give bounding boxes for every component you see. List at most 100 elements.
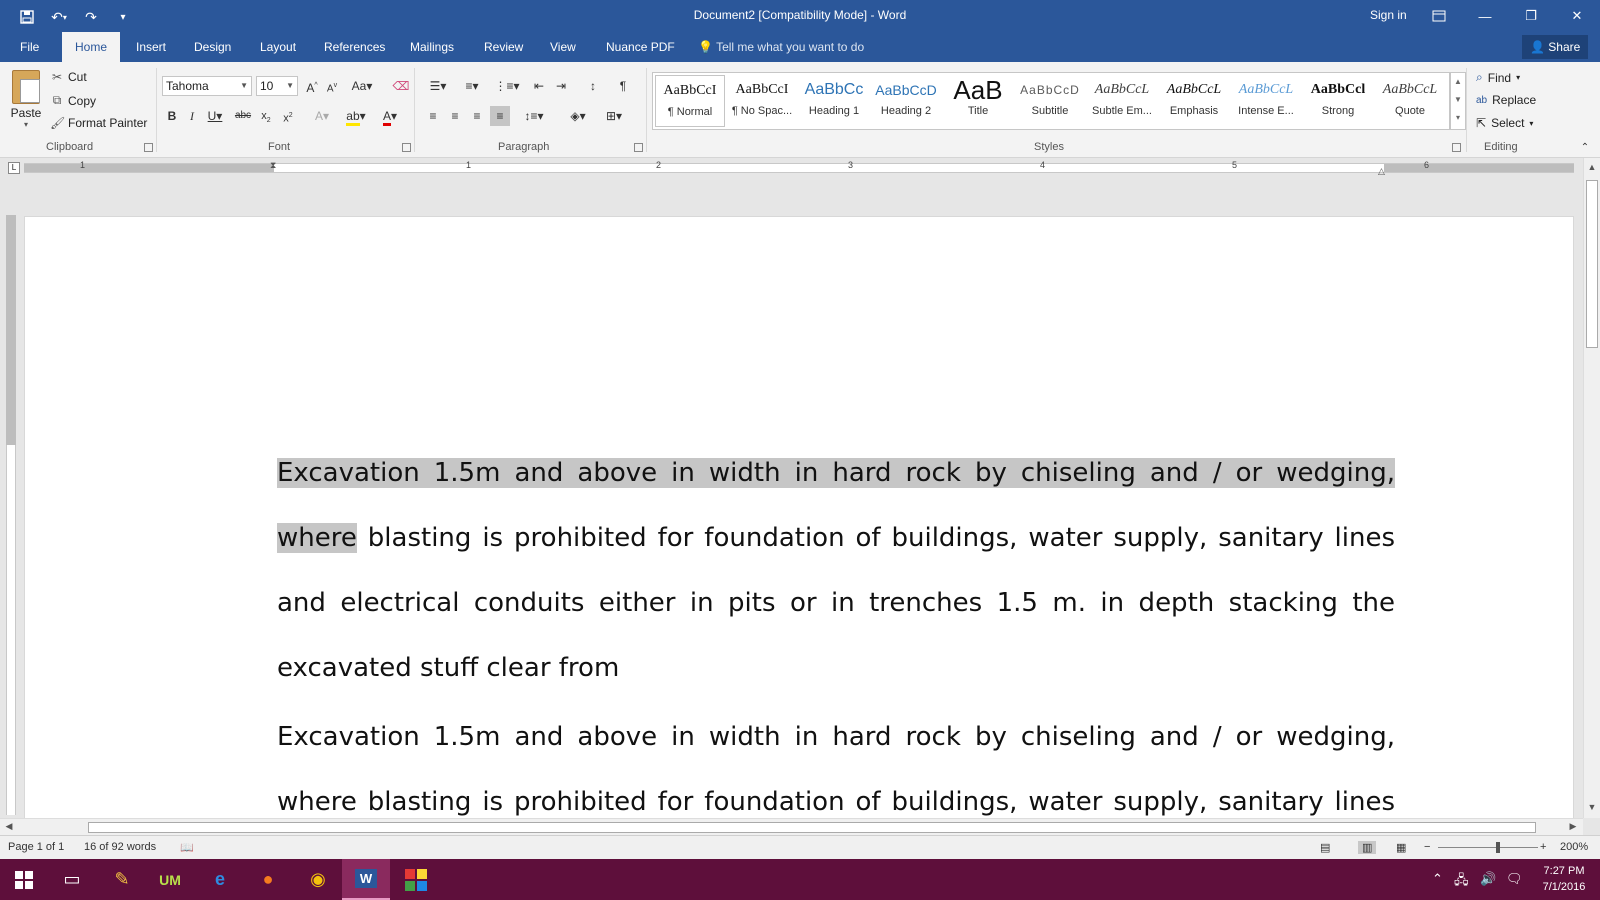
network-icon[interactable]: 🖧 (1454, 871, 1469, 893)
notifications-icon[interactable]: 🗨 (1506, 871, 1523, 887)
tiles-app-icon[interactable] (392, 859, 440, 900)
edge-icon[interactable]: e (196, 859, 244, 900)
decrease-indent-icon[interactable]: ⇤ (530, 76, 548, 96)
justify-icon[interactable]: ≡ (490, 106, 510, 126)
document-area[interactable]: Excavation 1.5m and above in width in ha… (20, 178, 1583, 818)
tell-me-search[interactable]: 💡 Tell me what you want to do (698, 32, 864, 62)
chrome-icon[interactable]: ◉ (294, 859, 342, 900)
task-view-icon[interactable]: ▭ (48, 859, 96, 900)
scroll-down-icon[interactable]: ▼ (1585, 802, 1599, 812)
italic-icon[interactable]: I (184, 106, 200, 126)
align-left-icon[interactable]: ≡ (424, 106, 442, 126)
font-name-box[interactable]: Tahoma ▼ (162, 76, 252, 96)
paragraph-text[interactable]: blasting is prohibited for foundation of… (277, 523, 1395, 683)
page-count[interactable]: Page 1 of 1 (8, 841, 64, 853)
tab-file[interactable]: File (8, 32, 51, 62)
font-color-icon[interactable]: A▾ (376, 106, 404, 126)
styles-launcher-icon[interactable] (1452, 143, 1461, 152)
style-subtitle[interactable]: AaBbCcD Subtitle (1015, 75, 1085, 127)
paragraph-2[interactable]: Excavation 1.5m and above in width in ha… (277, 705, 1395, 818)
tab-layout[interactable]: Layout (248, 32, 308, 62)
web-layout-icon[interactable]: ▦ (1396, 841, 1406, 854)
read-mode-icon[interactable]: ▤ (1320, 841, 1330, 854)
sort-icon[interactable]: ↕ (584, 76, 602, 96)
align-center-icon[interactable]: ≡ (446, 106, 464, 126)
align-right-icon[interactable]: ≡ (468, 106, 486, 126)
grow-font-icon[interactable]: A^ (303, 76, 321, 96)
tab-references[interactable]: References (312, 32, 397, 62)
text-effects-icon[interactable]: A▾ (310, 106, 334, 126)
paragraph-launcher-icon[interactable] (634, 143, 643, 152)
scroll-up-icon[interactable]: ▲ (1585, 162, 1599, 172)
increase-indent-icon[interactable]: ⇥ (552, 76, 570, 96)
vertical-scroll-thumb[interactable] (1586, 180, 1598, 348)
replace-button[interactable]: ab Replace (1476, 93, 1536, 107)
tab-mailings[interactable]: Mailings (398, 32, 466, 62)
highlight-color-icon[interactable]: ab▾ (342, 106, 370, 126)
select-button[interactable]: ⇱ Select ▾ (1476, 116, 1533, 130)
paragraph-text[interactable]: Excavation 1.5m and above in width in ha… (277, 722, 1395, 818)
bold-icon[interactable]: B (164, 106, 180, 126)
share-button[interactable]: 👤 Share (1522, 35, 1589, 59)
style-title[interactable]: AaB Title (943, 75, 1013, 127)
word-taskbar-icon[interactable]: W (342, 859, 390, 900)
sign-in-link[interactable]: Sign in (1370, 8, 1407, 22)
scroll-right-icon[interactable]: ▶ (1566, 821, 1580, 832)
more-styles-icon[interactable]: ▾ (1451, 109, 1465, 127)
bullets-icon[interactable]: ☰▾ (424, 76, 452, 96)
chevron-up-icon[interactable]: ▲ (1451, 73, 1465, 91)
zoom-in-icon[interactable]: + (1540, 841, 1546, 853)
format-painter-button[interactable]: 🖌 Format Painter (50, 116, 147, 130)
volume-icon[interactable]: 🔊 (1480, 871, 1496, 887)
indent-marker-icon[interactable]: ⧗ (270, 160, 276, 171)
tab-view[interactable]: View (538, 32, 588, 62)
ribbon-display-options-icon[interactable] (1416, 0, 1462, 32)
zoom-slider[interactable] (1438, 847, 1538, 848)
style-normal[interactable]: AaBbCcI ¶ Normal (655, 75, 725, 127)
close-icon[interactable]: ✕ (1554, 0, 1600, 32)
taskbar-clock[interactable]: 7:27 PM 7/1/2016 (1534, 863, 1594, 895)
tab-insert[interactable]: Insert (124, 32, 178, 62)
horizontal-scroll-thumb[interactable] (88, 822, 1536, 833)
style-quote[interactable]: AaBbCcL Quote (1375, 75, 1445, 127)
scroll-left-icon[interactable]: ◀ (2, 821, 16, 832)
shading-icon[interactable]: ◈▾ (564, 106, 592, 126)
utorrent-icon[interactable]: UM (146, 859, 194, 900)
chevron-up-icon[interactable]: ⌃ (1432, 871, 1443, 887)
clear-formatting-icon[interactable]: ⌫ (392, 76, 410, 96)
underline-icon[interactable]: U▾ (204, 106, 226, 126)
multilevel-list-icon[interactable]: ⋮≡▾ (492, 76, 522, 96)
firefox-icon[interactable]: ● (244, 859, 292, 900)
horizontal-scrollbar[interactable]: ◀ ▶ (0, 818, 1583, 835)
app-icon[interactable]: ✎ (98, 859, 146, 900)
chevron-down-icon[interactable]: ▼ (1451, 91, 1465, 109)
zoom-level[interactable]: 200% (1560, 841, 1588, 853)
tab-home[interactable]: Home (62, 32, 120, 62)
font-size-box[interactable]: 10 ▼ (256, 76, 298, 96)
tab-nuance-pdf[interactable]: Nuance PDF (594, 32, 687, 62)
zoom-slider-thumb[interactable] (1496, 842, 1500, 853)
right-indent-marker-icon[interactable]: △ (1378, 166, 1385, 177)
borders-icon[interactable]: ⊞▾ (600, 106, 628, 126)
clipboard-launcher-icon[interactable] (144, 143, 153, 152)
style-heading-2[interactable]: AaBbCcD Heading 2 (871, 75, 941, 127)
style-emphasis[interactable]: AaBbCcL Emphasis (1159, 75, 1229, 127)
tab-selector-icon[interactable]: L (8, 162, 20, 174)
style-subtle-emphasis[interactable]: AaBbCcL Subtle Em... (1087, 75, 1157, 127)
subscript-icon[interactable]: x2 (258, 106, 274, 126)
cut-button[interactable]: ✂ Cut (50, 70, 87, 84)
tab-review[interactable]: Review (472, 32, 535, 62)
find-button[interactable]: ⌕ Find ▾ (1476, 70, 1520, 85)
print-layout-icon[interactable]: ▥ (1358, 841, 1377, 854)
line-spacing-icon[interactable]: ↕≡▾ (520, 106, 548, 126)
show-hide-marks-icon[interactable]: ¶ (614, 76, 632, 96)
strikethrough-icon[interactable]: abc (232, 106, 254, 126)
horizontal-ruler[interactable]: L 1 1 2 3 4 5 6 ⧗ △ (0, 158, 1583, 178)
superscript-icon[interactable]: x2 (280, 106, 296, 126)
paste-button[interactable]: Paste ▾ (8, 70, 44, 129)
collapse-ribbon-icon[interactable]: ⌃ (1578, 138, 1592, 158)
styles-gallery-scroll[interactable]: ▲ ▼ ▾ (1450, 72, 1466, 130)
numbering-icon[interactable]: ≡▾ (458, 76, 486, 96)
change-case-icon[interactable]: Aa▾ (348, 76, 376, 96)
style-no-spacing[interactable]: AaBbCcI ¶ No Spac... (727, 75, 797, 127)
